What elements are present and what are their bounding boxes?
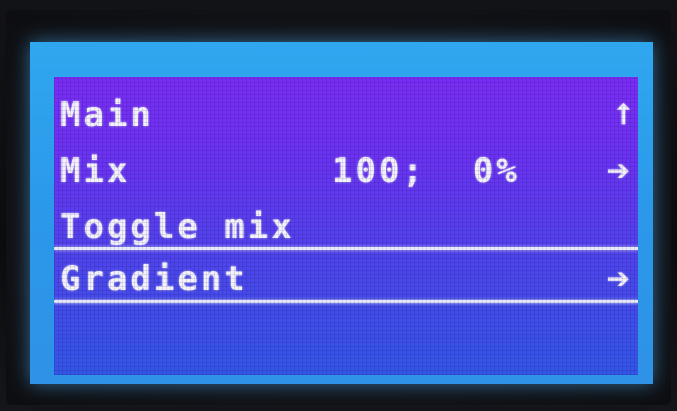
device-bezel: Main ⭡ Mix 100; 0% ➔ Toggle mix Gradient… — [0, 0, 677, 411]
selection-top-line — [54, 247, 638, 250]
menu-item-label: Mix — [60, 151, 131, 191]
menu-item-mix[interactable]: Mix 100; 0% ➔ — [54, 147, 638, 195]
menu-item-gradient[interactable]: Gradient ➔ — [54, 255, 638, 303]
menu-item-label: Toggle mix — [60, 207, 295, 247]
menu-item-label: Main — [60, 95, 154, 135]
mix-value: 100; 0% — [332, 151, 520, 191]
menu-item-main[interactable]: Main ⭡ — [54, 91, 638, 139]
menu-item-label: Gradient — [60, 259, 248, 299]
lcd-screen: Main ⭡ Mix 100; 0% ➔ Toggle mix Gradient… — [54, 77, 638, 375]
up-arrow-icon: ⭡ — [616, 98, 630, 131]
right-arrow-icon: ➔ — [606, 262, 630, 295]
menu-item-toggle-mix[interactable]: Toggle mix — [54, 203, 638, 251]
selection-bottom-line — [54, 300, 638, 303]
right-arrow-icon: ➔ — [606, 154, 630, 187]
